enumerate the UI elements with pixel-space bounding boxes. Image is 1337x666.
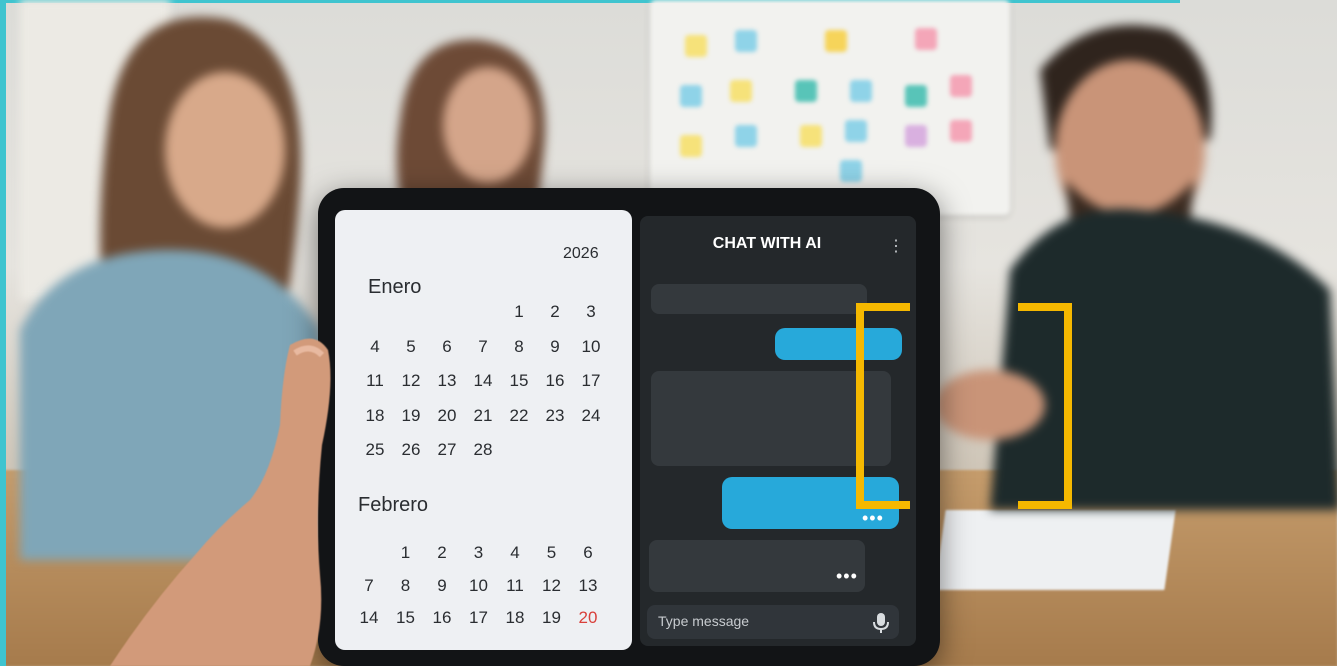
person-right [930, 10, 1337, 510]
calendar-day[interactable]: 12 [396, 371, 426, 391]
sticky-note [680, 85, 702, 107]
calendar-day[interactable]: 12 [537, 576, 567, 596]
typing-indicator: ••• [862, 508, 884, 528]
calendar-day[interactable]: 5 [396, 337, 426, 357]
calendar-day[interactable]: 26 [396, 440, 426, 460]
calendar-day[interactable]: 1 [391, 543, 421, 563]
calendar-day[interactable]: 24 [576, 406, 606, 426]
sticky-note [680, 135, 702, 157]
sticky-note [735, 30, 757, 52]
calendar-day[interactable]: 23 [540, 406, 570, 426]
sticky-note [825, 30, 847, 52]
calendar-day[interactable]: 2 [427, 543, 457, 563]
sticky-note [800, 125, 822, 147]
paper-sheet [934, 510, 1176, 590]
highlight-bracket-left [856, 303, 910, 509]
sticky-note [730, 80, 752, 102]
calendar-year: 2026 [563, 245, 599, 262]
sticky-note [735, 125, 757, 147]
calendar-day[interactable]: 13 [573, 576, 603, 596]
calendar-day[interactable]: 9 [540, 337, 570, 357]
calendar-day[interactable]: 5 [537, 543, 567, 563]
calendar-day[interactable]: 17 [464, 608, 494, 628]
calendar-day[interactable]: 3 [576, 302, 606, 322]
calendar-day[interactable]: 4 [360, 337, 390, 357]
calendar-day[interactable]: 15 [391, 608, 421, 628]
calendar-day[interactable]: 16 [427, 608, 457, 628]
calendar-day[interactable]: 17 [576, 371, 606, 391]
chat-title: CHAT WITH AI [712, 235, 822, 252]
photo-scene: 2026 Enero Febrero 1 2 3 4 5 6 7 8 9 10 11 12 13 14 15… [0, 0, 1337, 666]
calendar-day[interactable]: 14 [354, 608, 384, 628]
calendar-day[interactable]: 19 [396, 406, 426, 426]
calendar-day[interactable]: 15 [504, 371, 534, 391]
sticky-note [840, 160, 862, 182]
month-title-february: Febrero [358, 494, 429, 516]
calendar-day[interactable]: 25 [360, 440, 390, 460]
calendar-day[interactable]: 6 [573, 543, 603, 563]
calendar-day[interactable]: 18 [500, 608, 530, 628]
ai-message-bubble [651, 371, 891, 466]
calendar-day[interactable]: 27 [432, 440, 462, 460]
hand [110, 325, 340, 666]
message-input-placeholder: Type message [658, 613, 750, 629]
sticky-note [905, 125, 927, 147]
calendar-day[interactable]: 14 [468, 371, 498, 391]
sticky-note [905, 85, 927, 107]
calendar-day[interactable]: 11 [360, 371, 390, 391]
calendar-day[interactable]: 20 [573, 608, 603, 628]
calendar-day[interactable]: 20 [432, 406, 462, 426]
highlight-bracket-right [1018, 303, 1072, 509]
calendar-day[interactable]: 10 [464, 576, 494, 596]
sticky-note [845, 120, 867, 142]
calendar-day[interactable]: 1 [504, 302, 534, 322]
calendar-day[interactable]: 10 [576, 337, 606, 357]
calendar-day[interactable]: 8 [504, 337, 534, 357]
calendar-day[interactable]: 13 [432, 371, 462, 391]
month-title-january: Enero [368, 276, 422, 298]
ai-message-bubble [649, 540, 865, 592]
ai-message-bubble [651, 284, 867, 314]
calendar-day[interactable]: 7 [354, 576, 384, 596]
calendar-day[interactable]: 9 [427, 576, 457, 596]
calendar-day[interactable]: 3 [464, 543, 494, 563]
typing-indicator: ••• [836, 566, 858, 586]
left-accent-border [0, 0, 6, 666]
calendar-day[interactable]: 19 [537, 608, 567, 628]
kebab-icon[interactable]: ⋮ [888, 236, 904, 256]
calendar-day[interactable]: 7 [468, 337, 498, 357]
calendar-day[interactable]: 28 [468, 440, 498, 460]
calendar-day[interactable]: 22 [504, 406, 534, 426]
microphone-icon[interactable] [872, 612, 890, 639]
sticky-note [685, 35, 707, 57]
calendar-day[interactable]: 18 [360, 406, 390, 426]
calendar-day[interactable]: 6 [432, 337, 462, 357]
calendar-day[interactable]: 4 [500, 543, 530, 563]
calendar-day[interactable]: 2 [540, 302, 570, 322]
calendar-day[interactable]: 8 [391, 576, 421, 596]
sticky-note [795, 80, 817, 102]
sticky-note [850, 80, 872, 102]
calendar-day[interactable]: 16 [540, 371, 570, 391]
calendar-day[interactable]: 21 [468, 406, 498, 426]
calendar-day[interactable]: 11 [500, 576, 530, 596]
